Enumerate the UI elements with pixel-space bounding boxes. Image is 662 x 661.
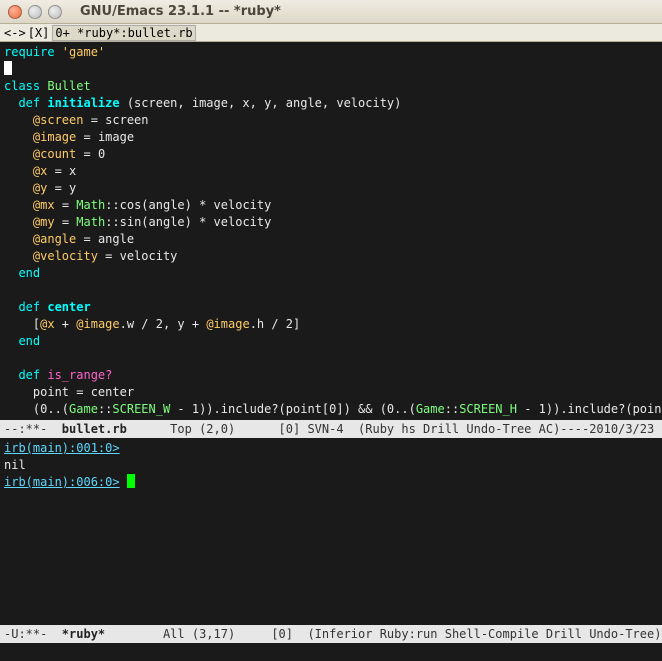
modeline-flags: --:**- bbox=[4, 422, 62, 436]
ivar-my: @my bbox=[33, 215, 55, 229]
kw-class: class bbox=[4, 79, 47, 93]
eq: = bbox=[55, 215, 77, 229]
kw-end: end bbox=[4, 266, 40, 280]
ivar-y: @y bbox=[33, 181, 47, 195]
maximize-icon[interactable] bbox=[48, 5, 62, 19]
emacs-window: GNU/Emacs 23.1.1 -- *ruby* <-> [X] 0+ *r… bbox=[0, 0, 662, 661]
classname-bullet: Bullet bbox=[47, 79, 90, 93]
fn-initialize: initialize bbox=[47, 96, 119, 110]
editor-content: require 'game' class Bullet def initiali… bbox=[0, 42, 662, 661]
bracket: [ bbox=[4, 317, 40, 331]
expr: - 1)).include?(point[1]) ? bbox=[517, 402, 662, 416]
ivar-screen: @screen bbox=[33, 113, 84, 127]
modeline-info: Top (2,0) [0] SVN-4 (Ruby hs Drill Undo-… bbox=[127, 422, 662, 436]
mode-line-bottom[interactable]: -U:**- *ruby* All (3,17) [0] (Inferior R… bbox=[0, 625, 662, 643]
indent bbox=[4, 130, 33, 144]
assign: = velocity bbox=[98, 249, 177, 263]
indent bbox=[4, 232, 33, 246]
tab-bar[interactable]: <-> [X] 0+ *ruby*:bullet.rb bbox=[0, 24, 662, 42]
assign: = x bbox=[47, 164, 76, 178]
indent bbox=[4, 113, 33, 127]
window-title: GNU/Emacs 23.1.1 -- *ruby* bbox=[80, 4, 281, 19]
expr: ::sin(angle) * velocity bbox=[105, 215, 271, 229]
kw-require: require bbox=[4, 45, 62, 59]
expr: (0..( bbox=[4, 402, 69, 416]
title-bar[interactable]: GNU/Emacs 23.1.1 -- *ruby* bbox=[0, 0, 662, 24]
expr: ::cos(angle) * velocity bbox=[105, 198, 271, 212]
minimize-icon[interactable] bbox=[28, 5, 42, 19]
indent bbox=[4, 181, 33, 195]
minibuffer[interactable] bbox=[0, 643, 662, 661]
tab-label[interactable]: 0+ *ruby*:bullet.rb bbox=[52, 25, 195, 41]
ivar-angle: @angle bbox=[33, 232, 76, 246]
assign: = angle bbox=[76, 232, 134, 246]
assign: = y bbox=[47, 181, 76, 195]
code-pane[interactable]: require 'game' class Bullet def initiali… bbox=[0, 42, 662, 420]
expr: - 1)).include?(point[0]) && (0..( bbox=[170, 402, 416, 416]
kw-end: end bbox=[4, 334, 40, 348]
kw-def: def bbox=[4, 368, 47, 382]
repl-prompt: irb(main):006:0> bbox=[4, 475, 120, 489]
repl-prompt: irb(main):001:0> bbox=[4, 441, 120, 455]
repl-output-nil: nil bbox=[4, 458, 26, 472]
expr: .w / 2, y + bbox=[120, 317, 207, 331]
assign: = image bbox=[76, 130, 134, 144]
const-screenw: SCREEN_W bbox=[112, 402, 170, 416]
nav-arrows[interactable]: <-> bbox=[4, 26, 26, 40]
modeline-filename: bullet.rb bbox=[62, 422, 127, 436]
scope: :: bbox=[98, 402, 112, 416]
str-game: 'game' bbox=[62, 45, 105, 59]
const-screenh: SCREEN_H bbox=[459, 402, 517, 416]
mod-game: Game bbox=[69, 402, 98, 416]
modeline-info: All (3,17) [0] (Inferior Ruby:run Shell-… bbox=[105, 627, 662, 641]
mod-math: Math bbox=[76, 198, 105, 212]
kw-def: def bbox=[4, 300, 47, 314]
indent bbox=[4, 249, 33, 263]
scope: :: bbox=[445, 402, 459, 416]
indent bbox=[4, 215, 33, 229]
params-initialize: (screen, image, x, y, angle, velocity) bbox=[120, 96, 402, 110]
modeline-filename: *ruby* bbox=[62, 627, 105, 641]
tab-close-button[interactable]: [X] bbox=[28, 26, 50, 40]
text-cursor bbox=[4, 61, 12, 75]
mode-line-top[interactable]: --:**- bullet.rb Top (2,0) [0] SVN-4 (Ru… bbox=[0, 420, 662, 438]
ivar-image: @image bbox=[76, 317, 119, 331]
eq: = bbox=[55, 198, 77, 212]
ivar-image: @image bbox=[206, 317, 249, 331]
repl-cursor bbox=[127, 474, 135, 488]
repl-pane[interactable]: irb(main):001:0> nil irb(main):006:0> bbox=[0, 438, 662, 625]
indent bbox=[4, 147, 33, 161]
line-point: point = center bbox=[4, 385, 134, 399]
ivar-x: @x bbox=[40, 317, 54, 331]
ivar-mx: @mx bbox=[33, 198, 55, 212]
assign: = 0 bbox=[76, 147, 105, 161]
fn-center: center bbox=[47, 300, 90, 314]
indent bbox=[4, 198, 33, 212]
modeline-flags: -U:**- bbox=[4, 627, 62, 641]
fn-isrange: is_range? bbox=[47, 368, 112, 382]
ivar-velocity: @velocity bbox=[33, 249, 98, 263]
indent bbox=[4, 164, 33, 178]
op: + bbox=[55, 317, 77, 331]
kw-def: def bbox=[4, 96, 47, 110]
expr: .h / 2] bbox=[250, 317, 301, 331]
ivar-image: @image bbox=[33, 130, 76, 144]
mod-math: Math bbox=[76, 215, 105, 229]
assign: = screen bbox=[83, 113, 148, 127]
ivar-x: @x bbox=[33, 164, 47, 178]
mod-game: Game bbox=[416, 402, 445, 416]
ivar-count: @count bbox=[33, 147, 76, 161]
close-icon[interactable] bbox=[8, 5, 22, 19]
